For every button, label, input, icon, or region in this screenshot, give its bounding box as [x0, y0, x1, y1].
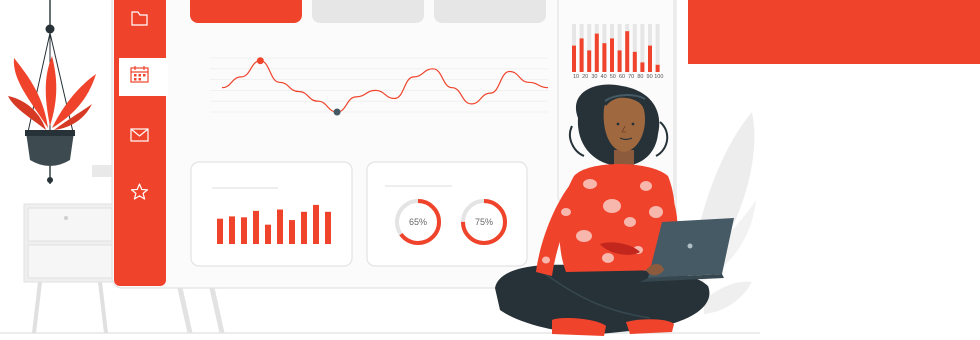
bar-card	[190, 161, 353, 267]
bar	[602, 43, 607, 72]
screen-stand-left	[177, 287, 193, 334]
bar	[217, 218, 223, 244]
tick-label: 50	[610, 74, 616, 80]
illustration: 65% 75% 10 20 30 40 50 60 70 80 90 100	[0, 0, 760, 336]
tick-label: 60	[619, 74, 625, 80]
line-highlight-point	[256, 57, 264, 65]
bar	[289, 220, 295, 244]
bar	[265, 224, 271, 244]
bar	[594, 33, 599, 72]
bar	[253, 210, 259, 244]
tick-label: 100	[654, 74, 663, 80]
line-highlight-point	[333, 108, 341, 116]
top-card-active[interactable]	[190, 0, 302, 23]
tick-label: 70	[628, 74, 634, 80]
bar	[579, 38, 584, 72]
bar	[301, 211, 307, 244]
bar	[325, 211, 331, 244]
bar	[648, 45, 652, 72]
tick-label: 40	[601, 74, 607, 80]
top-card[interactable]	[312, 0, 424, 23]
bar	[640, 62, 645, 72]
bar	[313, 204, 319, 244]
hanging-plant	[8, 0, 96, 184]
cabinet	[23, 165, 117, 334]
tick-label: 80	[637, 74, 643, 80]
tick-label: 20	[582, 74, 588, 80]
sidebar	[114, 0, 168, 286]
bar	[625, 31, 630, 72]
bar	[655, 64, 660, 72]
bar	[617, 50, 622, 72]
tick-label: 90	[647, 74, 653, 80]
bar	[572, 45, 576, 72]
bar	[277, 209, 283, 244]
bar	[610, 38, 614, 72]
bar	[241, 217, 247, 244]
bar	[587, 50, 592, 72]
bar	[632, 51, 637, 72]
donut-card: 65% 75%	[366, 161, 528, 267]
sidebar-item-calendar[interactable]	[119, 58, 168, 96]
tick-label: 10	[573, 74, 579, 80]
donut-label: 75%	[475, 217, 493, 227]
bar	[229, 216, 235, 244]
top-card[interactable]	[434, 0, 546, 23]
donut-label: 65%	[409, 217, 427, 227]
screen-stand-right	[209, 287, 225, 334]
tick-label: 30	[591, 74, 597, 80]
